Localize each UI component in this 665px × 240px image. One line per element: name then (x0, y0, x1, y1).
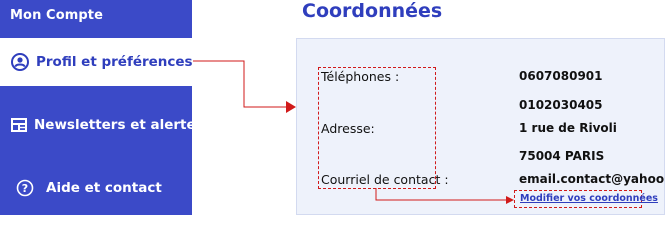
email-value: email.contact@yahoo.fr (519, 172, 665, 186)
sidebar-item-help[interactable]: ? Aide et contact (0, 168, 192, 208)
sidebar-item-label: Profil et préférences (36, 54, 193, 70)
phone-1-value: 0607080901 (519, 69, 603, 83)
address-line-2-value: 75004 PARIS (519, 149, 605, 163)
sidebar-item-profile[interactable]: Profil et préférences (0, 38, 193, 86)
profile-icon (10, 52, 30, 72)
labels-highlight-box (318, 67, 436, 189)
page-title: Coordonnées (302, 0, 443, 22)
phone-2-value: 0102030405 (519, 98, 603, 112)
sidebar-item-newsletters[interactable]: Newsletters et alertes (0, 105, 204, 145)
contact-details-body: Téléphones : Adresse: Courriel de contac… (296, 38, 665, 215)
sidebar-item-label: Aide et contact (46, 180, 162, 196)
newsletter-icon (10, 117, 28, 133)
help-icon: ? (10, 179, 40, 197)
account-sidebar: Mon Compte Profil et préférences Newslet… (0, 0, 204, 215)
sidebar-title: Mon Compte (10, 8, 104, 23)
edit-contact-details-link[interactable]: Modifier vos coordonnées (520, 193, 658, 204)
svg-text:?: ? (22, 182, 28, 195)
contact-details-panel: Coordonnées Téléphones : Adresse: Courri… (296, 0, 665, 215)
address-line-1-value: 1 rue de Rivoli (519, 121, 617, 135)
sidebar-item-label: Newsletters et alertes (34, 117, 204, 133)
